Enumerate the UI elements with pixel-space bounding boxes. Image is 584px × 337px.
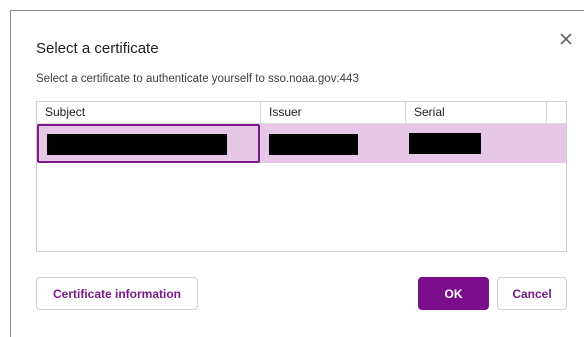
certificate-table: Subject Issuer Serial	[36, 101, 567, 252]
column-header-issuer[interactable]: Issuer	[260, 102, 405, 123]
ok-button[interactable]: OK	[418, 277, 489, 310]
dialog-title: Select a certificate	[36, 40, 159, 57]
table-header: Subject Issuer Serial	[37, 102, 566, 124]
cell-issuer[interactable]	[260, 124, 405, 163]
cell-serial[interactable]	[405, 124, 547, 163]
redaction-block	[269, 134, 358, 155]
column-header-serial[interactable]: Serial	[405, 102, 547, 123]
table-row[interactable]	[37, 124, 566, 163]
redaction-block	[409, 133, 481, 154]
cell-subject[interactable]	[37, 124, 260, 163]
column-header-subject[interactable]: Subject	[37, 102, 260, 123]
cancel-button[interactable]: Cancel	[497, 277, 567, 310]
dialog-left-border	[10, 10, 11, 337]
redaction-block	[47, 134, 227, 155]
dialog-description: Select a certificate to authenticate you…	[36, 73, 359, 85]
close-icon	[560, 33, 572, 45]
certificate-information-button[interactable]: Certificate information	[36, 277, 198, 310]
certificate-dialog: Select a certificate Select a certificat…	[0, 0, 584, 337]
dialog-top-border	[10, 10, 584, 11]
close-button[interactable]	[556, 29, 576, 49]
